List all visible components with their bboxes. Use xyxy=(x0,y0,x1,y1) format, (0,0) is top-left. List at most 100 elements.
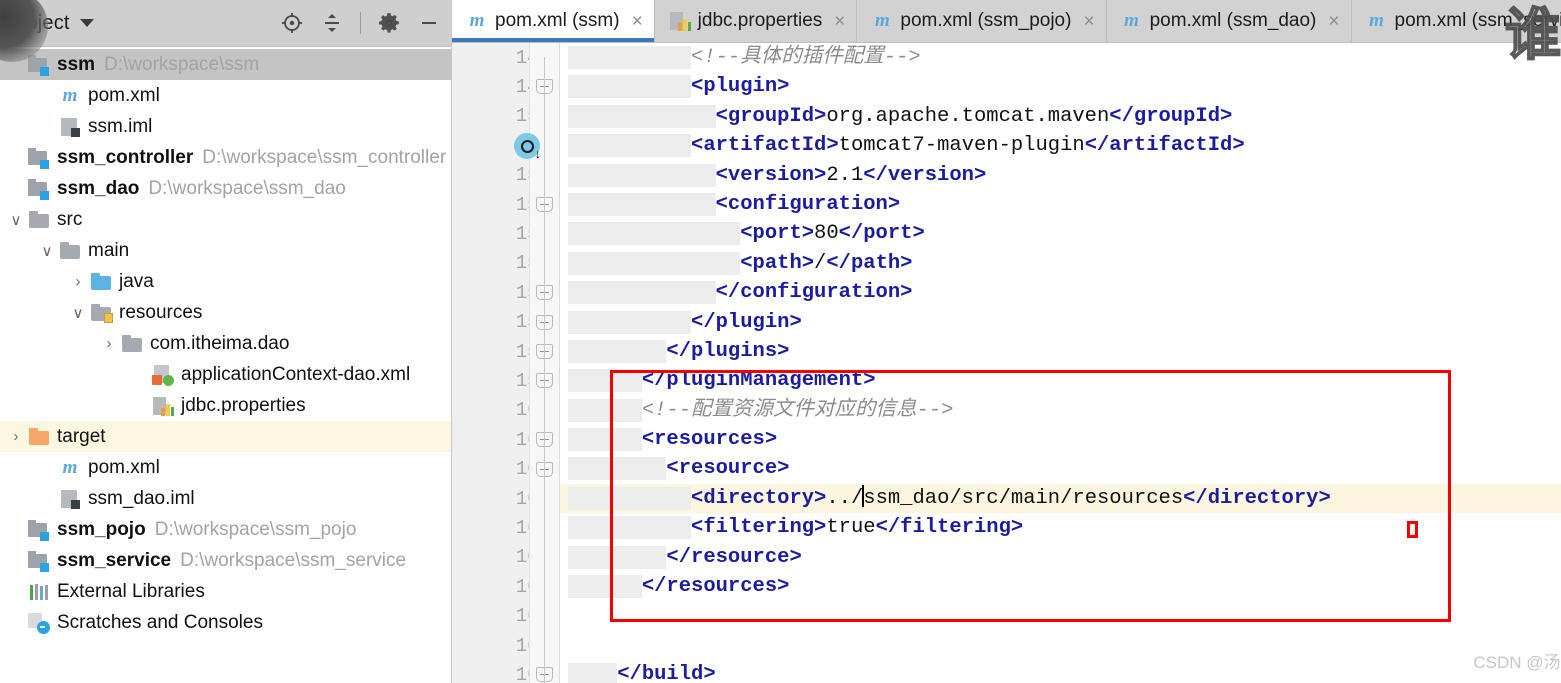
editor-tab-pom-xml-ssm[interactable]: m pom.xml (ssm) × xyxy=(452,0,655,42)
tree-item-applicationcontext-dao-xml[interactable]: › applicationContext-dao.xml xyxy=(0,359,451,390)
tree-item-ssm-service[interactable]: › ssm_service D:\workspace\ssm_service xyxy=(0,545,451,576)
editor-gutter[interactable]: 1481491501511521531541551561571581591601… xyxy=(452,43,560,683)
tree-indent: › xyxy=(128,366,152,383)
tree-item-src[interactable]: ∨ src xyxy=(0,204,451,235)
tree-item-pom-xml[interactable]: ›m pom.xml xyxy=(0,452,451,483)
editor-tab-jdbc-properties[interactable]: jdbc.properties × xyxy=(655,0,858,42)
xml-text: org.apache.tomcat.maven xyxy=(826,104,1110,128)
close-icon[interactable]: × xyxy=(834,12,845,31)
code-line[interactable]: <plugin> xyxy=(560,72,1561,101)
tree-item-ssm-iml[interactable]: › ssm.iml xyxy=(0,111,451,142)
tree-item-main[interactable]: ∨ main xyxy=(0,235,451,266)
chevron-right-icon[interactable]: › xyxy=(97,335,121,352)
code-line[interactable]: <artifactId>tomcat7-maven-plugin</artifa… xyxy=(560,131,1561,160)
iml-file-icon xyxy=(59,488,81,510)
editor-tab-bar[interactable]: m pom.xml (ssm) × jdbc.properties × m pom.xml … xyxy=(452,0,1561,43)
tree-item-label: target xyxy=(57,425,106,447)
chevron-down-icon[interactable]: ∨ xyxy=(4,211,28,229)
tree-item-external-libraries[interactable]: › External Libraries xyxy=(0,576,451,607)
xml-tag: </pluginManagement> xyxy=(641,369,876,393)
code-line[interactable]: <configuration> xyxy=(560,190,1561,219)
code-viewport[interactable]: 1481491501511521531541551561571581591601… xyxy=(452,43,1561,683)
folder-icon xyxy=(28,209,50,231)
gear-icon[interactable] xyxy=(377,11,401,35)
code-line[interactable]: <path>/</path> xyxy=(560,249,1561,278)
code-line[interactable]: <version>2.1</version> xyxy=(560,161,1561,190)
indent-guide xyxy=(568,104,716,128)
collapse-all-icon[interactable] xyxy=(320,11,344,35)
code-line[interactable]: <port>80</port> xyxy=(560,219,1561,248)
xml-tag: <filtering> xyxy=(691,516,827,540)
tree-item-ssm-controller[interactable]: › ssm_controller D:\workspace\ssm_controll… xyxy=(0,142,451,173)
code-line[interactable]: </resources> xyxy=(560,572,1561,601)
code-line[interactable]: <!--具体的插件配置--> xyxy=(560,43,1561,72)
tree-item-com-itheima-dao[interactable]: › com.itheima.dao xyxy=(0,328,451,359)
external-libraries-icon xyxy=(28,581,50,603)
code-line[interactable]: </plugin> xyxy=(560,308,1561,337)
tree-item-ssm-dao-iml[interactable]: › ssm_dao.iml xyxy=(0,483,451,514)
code-line[interactable]: </build> xyxy=(560,660,1561,683)
maven-icon: m xyxy=(469,10,485,31)
code-line[interactable]: <!--配置资源文件对应的信息--> xyxy=(560,396,1561,425)
run-configuration-icon[interactable]: ↓ xyxy=(514,133,541,161)
close-icon[interactable]: × xyxy=(1083,12,1094,31)
properties-icon xyxy=(669,10,691,32)
tree-item-java[interactable]: › java xyxy=(0,266,451,297)
chevron-right-icon[interactable]: › xyxy=(66,273,90,290)
minimize-icon[interactable] xyxy=(417,11,441,35)
tree-item-scratches-and-consoles[interactable]: › Scratches and Consoles xyxy=(0,607,451,638)
idea-window: Project ssm D:\workspace\ssm m pom.xml s… xyxy=(0,0,1561,683)
tab-label: pom.xml (ssm_servic xyxy=(1394,10,1561,31)
tree-item-label: ssm.iml xyxy=(88,115,153,137)
tree-item-target[interactable]: › target xyxy=(0,421,451,452)
tree-item-path: D:\workspace\ssm xyxy=(104,53,260,75)
indent-guide xyxy=(568,251,741,275)
locate-icon[interactable] xyxy=(280,11,304,35)
close-icon[interactable]: × xyxy=(1328,12,1339,31)
tree-item-pom-xml[interactable]: ›m pom.xml xyxy=(0,80,451,111)
chevron-down-icon[interactable]: ∨ xyxy=(66,304,90,322)
code-line[interactable]: <groupId>org.apache.tomcat.maven</groupI… xyxy=(560,102,1561,131)
tree-item-label: com.itheima.dao xyxy=(150,332,290,354)
editor-tab-pom-xml-ssm-servic[interactable]: mpom.xml (ssm_servic× xyxy=(1352,0,1561,42)
code-line[interactable]: <directory>../ssm_dao/src/main/resources… xyxy=(560,483,1561,514)
xml-tag: <directory> xyxy=(691,486,827,510)
tab-label: pom.xml (ssm) xyxy=(495,10,620,31)
xml-tag: </configuration> xyxy=(715,281,913,305)
code-line[interactable]: </plugins> xyxy=(560,337,1561,366)
editor-tab-pom-xml-ssm-dao[interactable]: m pom.xml (ssm_dao) × xyxy=(1107,0,1352,42)
fold-connector-line xyxy=(544,57,545,683)
tree-indent: › xyxy=(4,521,28,538)
code-line[interactable]: <filtering>true</filtering> xyxy=(560,513,1561,542)
code-content[interactable]: <!--具体的插件配置--> <plugin> <groupId>org.apa… xyxy=(560,43,1561,683)
tree-item-path: D:\workspace\ssm_dao xyxy=(148,177,346,199)
xml-text: ../ xyxy=(826,486,864,510)
chevron-down-icon[interactable] xyxy=(79,19,94,27)
code-line[interactable] xyxy=(560,631,1561,660)
code-line[interactable]: </configuration> xyxy=(560,278,1561,307)
xml-tag: </port> xyxy=(838,222,925,246)
tree-item-ssm[interactable]: › ssm D:\workspace\ssm xyxy=(0,49,451,80)
code-line[interactable]: </pluginManagement> xyxy=(560,366,1561,395)
project-tree[interactable]: ›ssmD:\workspace\ssm›mpom.xml›ssm.iml›ss… xyxy=(0,47,451,638)
xml-tag: </plugins> xyxy=(666,339,790,363)
code-line[interactable]: <resource> xyxy=(560,454,1561,483)
tree-item-resources[interactable]: ∨ resources xyxy=(0,297,451,328)
close-icon[interactable]: × xyxy=(632,12,643,31)
code-line[interactable] xyxy=(560,601,1561,630)
editor-tab-pom-xml-ssm-pojo[interactable]: m pom.xml (ssm_pojo) × xyxy=(857,0,1107,42)
chevron-right-icon[interactable]: › xyxy=(4,428,28,445)
xml-tag: <resources> xyxy=(641,428,778,452)
indent-guide xyxy=(568,163,716,187)
code-line[interactable]: <resources> xyxy=(560,425,1561,454)
tree-item-label: ssm_service xyxy=(57,549,172,571)
chevron-down-icon[interactable]: ∨ xyxy=(35,242,59,260)
tree-item-label: applicationContext-dao.xml xyxy=(181,363,411,385)
folder-icon xyxy=(59,240,81,262)
tree-item-ssm-dao[interactable]: › ssm_dao D:\workspace\ssm_dao xyxy=(0,173,451,204)
tree-item-ssm-pojo[interactable]: › ssm_pojo D:\workspace\ssm_pojo xyxy=(0,514,451,545)
xml-tag: </resources> xyxy=(641,575,790,599)
code-line[interactable]: </resource> xyxy=(560,543,1561,572)
tree-item-jdbc-properties[interactable]: › jdbc.properties xyxy=(0,390,451,421)
panel-toolbar xyxy=(280,11,441,35)
